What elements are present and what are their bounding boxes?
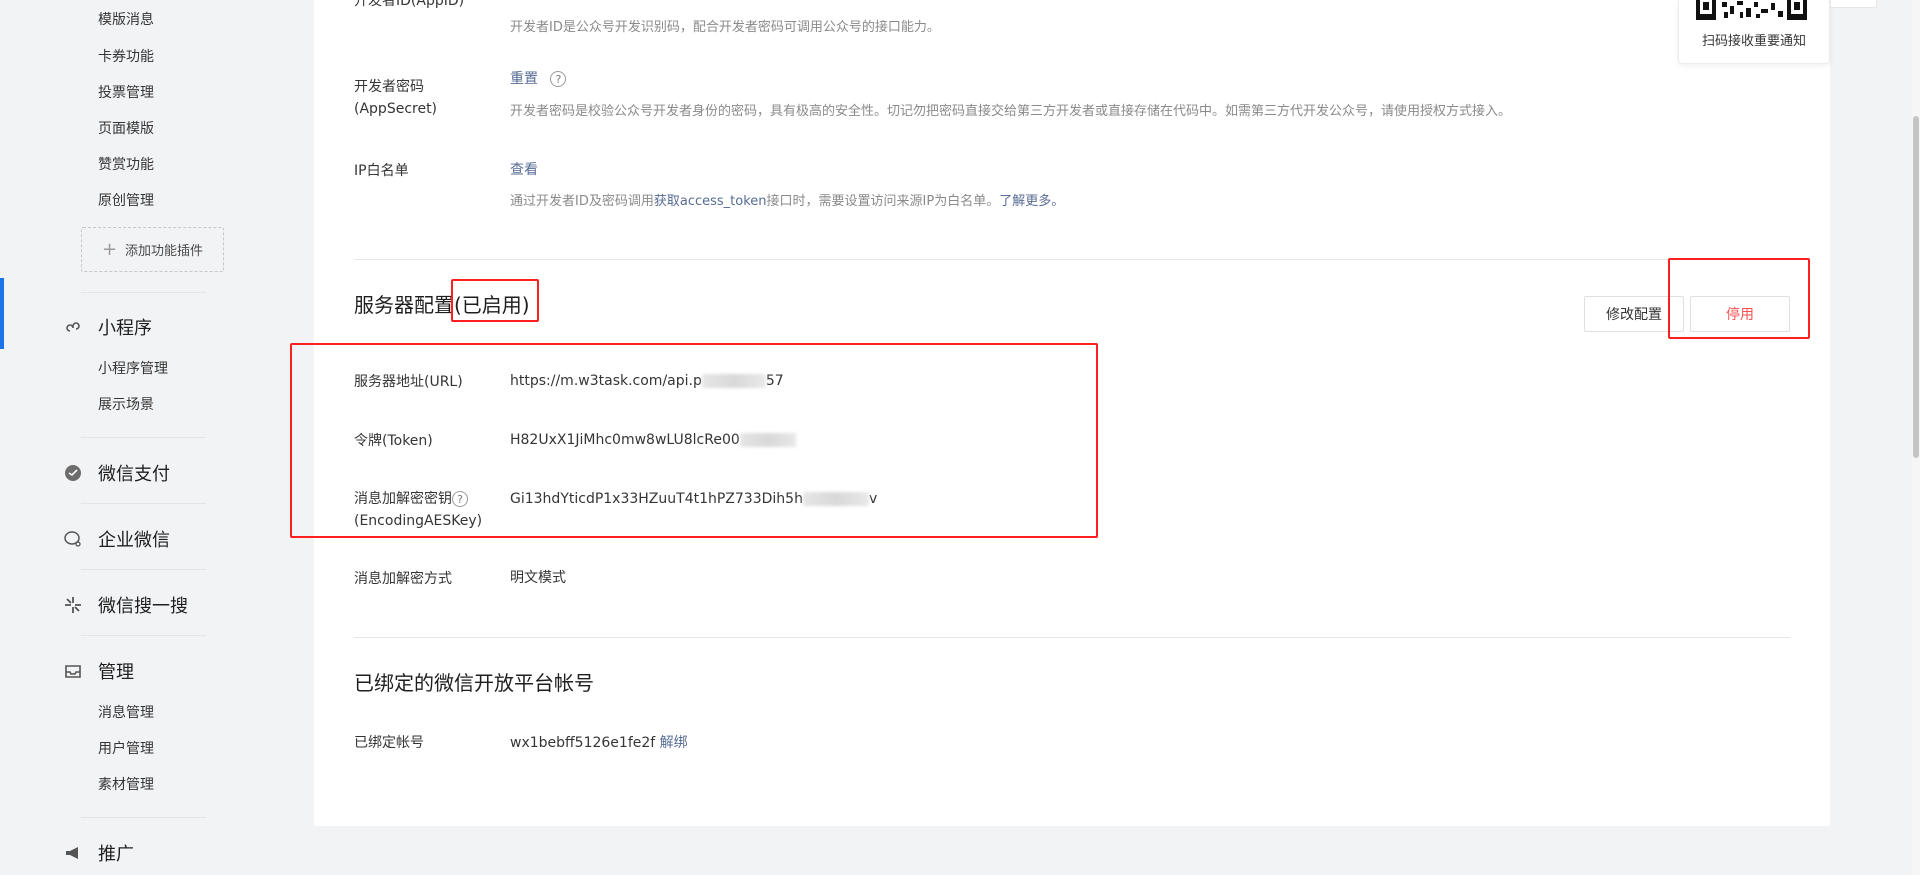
scrollbar-track[interactable]: [1912, 0, 1920, 875]
section-divider: [354, 259, 1790, 260]
section-divider: [354, 637, 1790, 638]
reset-link[interactable]: 重置: [510, 71, 538, 87]
sidebar-group-label: 管理: [98, 662, 134, 683]
server-url-value: https://m.w3task.com/api.p 57: [510, 371, 784, 391]
sidebar-group-work-wechat[interactable]: 企业微信: [62, 526, 170, 552]
sidebar-divider: [81, 569, 206, 570]
appsecret-label-en: (AppSecret): [354, 101, 438, 117]
megaphone-icon: [62, 842, 84, 864]
sidebar-group-label: 推广: [98, 844, 134, 865]
sidebar: 模版消息 卡券功能 投票管理 页面模版 赞赏功能 原创管理 + 添加功能插件 小…: [0, 0, 290, 875]
sidebar-item-vote[interactable]: 投票管理: [98, 83, 154, 103]
bound-account-label: 已绑定帐号: [354, 735, 424, 751]
work-wechat-icon: [62, 528, 84, 550]
redacted-block: [802, 492, 869, 506]
help-icon[interactable]: ?: [550, 71, 567, 87]
appsecret-description: 开发者密码是校验公众号开发者身份的密码，具有极高的安全性。切记勿把密码直接交给第…: [510, 104, 1512, 119]
aes-key-value: Gi13hdYticdP1x33HZuuT4t1hPZ733Dih5h v: [510, 489, 877, 509]
appsecret-label: 开发者密码: [354, 79, 424, 95]
add-plugin-button[interactable]: + 添加功能插件: [81, 227, 224, 272]
bound-platform-title: 已绑定的微信开放平台帐号: [354, 671, 594, 695]
sidebar-divider: [81, 292, 206, 293]
mini-program-icon: [62, 316, 84, 338]
sidebar-group-management[interactable]: 管理: [62, 658, 134, 684]
unbind-link[interactable]: 解绑: [660, 735, 688, 751]
qr-code-icon: [1696, 0, 1807, 20]
redacted-block: [739, 433, 796, 447]
sidebar-divider: [81, 437, 206, 438]
token-text: H82UxX1JiMhc0mw8wLU8lcRe00: [510, 432, 740, 448]
plus-icon: +: [101, 238, 118, 260]
aes-key-text: Gi13hdYticdP1x33HZuuT4t1hPZ733Dih5h: [510, 491, 803, 507]
token-label: 令牌(Token): [354, 433, 433, 449]
server-config-status: (已启用): [454, 293, 530, 317]
top-right-panel-edge: [1830, 0, 1877, 8]
disable-button[interactable]: 停用: [1690, 296, 1790, 332]
add-plugin-label: 添加功能插件: [125, 244, 204, 259]
ip-whitelist-view-link: 查看: [510, 160, 538, 180]
ip-desc-prefix: 通过开发者ID及密码调用: [510, 194, 654, 209]
sidebar-item-card-coupon[interactable]: 卡券功能: [98, 47, 154, 67]
aes-key-label-text: 消息加解密密钥: [354, 491, 452, 507]
learn-more-link[interactable]: 了解更多。: [999, 194, 1064, 209]
sidebar-item-display-scene[interactable]: 展示场景: [98, 395, 154, 415]
appid-label: 开发者ID(AppID): [354, 0, 465, 9]
qr-notification-widget[interactable]: 扫码接收重要通知: [1678, 0, 1830, 64]
aes-key-suffix: v: [868, 491, 878, 507]
sidebar-group-wechat-pay[interactable]: 微信支付: [62, 460, 170, 486]
sidebar-item-reward[interactable]: 赞赏功能: [98, 155, 154, 175]
sidebar-divider: [81, 635, 206, 636]
sidebar-group-promotion[interactable]: 推广: [62, 840, 134, 866]
help-icon[interactable]: ?: [452, 491, 468, 507]
sidebar-item-material-manage[interactable]: 素材管理: [98, 775, 154, 795]
sidebar-divider: [81, 503, 206, 504]
sidebar-item-template-message[interactable]: 模版消息: [98, 10, 154, 30]
sidebar-group-mini-program[interactable]: 小程序: [62, 314, 152, 340]
appsecret-reset: 重置 ?: [510, 69, 567, 89]
sidebar-group-wechat-search[interactable]: 微信搜一搜: [62, 592, 188, 618]
server-url-label: 服务器地址(URL): [354, 374, 463, 390]
sidebar-item-mini-program-manage[interactable]: 小程序管理: [98, 359, 168, 379]
qr-caption: 扫码接收重要通知: [1701, 34, 1806, 49]
access-token-link[interactable]: 获取access_token: [654, 194, 767, 209]
sidebar-group-label: 微信搜一搜: [98, 596, 188, 617]
modify-config-button[interactable]: 修改配置: [1584, 296, 1684, 332]
server-url-text: https://m.w3task.com/api.p: [510, 373, 702, 389]
aes-key-label-en: (EncodingAESKey): [354, 513, 483, 529]
sidebar-group-label: 企业微信: [98, 530, 170, 551]
wechat-pay-icon: [62, 462, 84, 484]
aes-key-label: 消息加解密密钥?: [354, 488, 468, 510]
active-indicator: [0, 278, 4, 349]
server-config-title-text: 服务器配置: [354, 293, 454, 317]
search-star-icon: [62, 594, 84, 616]
ip-whitelist-description: 通过开发者ID及密码调用获取access_token接口时，需要设置访问来源IP…: [510, 192, 1064, 212]
sidebar-group-label: 小程序: [98, 318, 152, 339]
view-link[interactable]: 查看: [510, 162, 538, 178]
bound-account-value: wx1bebff5126e1fe2f 解绑: [510, 733, 688, 753]
scrollbar-thumb[interactable]: [1913, 116, 1919, 458]
bound-account-id: wx1bebff5126e1fe2f: [510, 735, 656, 751]
sidebar-item-user-manage[interactable]: 用户管理: [98, 739, 154, 759]
ip-whitelist-label: IP白名单: [354, 163, 409, 179]
server-config-title: 服务器配置(已启用): [354, 291, 530, 319]
redacted-block: [701, 374, 766, 388]
sidebar-item-message-manage[interactable]: 消息管理: [98, 703, 154, 723]
main-card: [314, 0, 1830, 826]
ip-desc-middle: 接口时，需要设置访问来源IP为白名单。: [766, 194, 1000, 209]
encrypt-mode-value: 明文模式: [510, 570, 566, 586]
sidebar-item-page-template[interactable]: 页面模版: [98, 119, 154, 139]
token-value: H82UxX1JiMhc0mw8wLU8lcRe00: [510, 430, 796, 450]
server-url-suffix: 57: [765, 373, 784, 389]
sidebar-divider: [81, 817, 206, 818]
sidebar-item-original[interactable]: 原创管理: [98, 191, 154, 211]
encrypt-mode-label: 消息加解密方式: [354, 571, 452, 587]
appid-description: 开发者ID是公众号开发识别码，配合开发者密码可调用公众号的接口能力。: [510, 20, 940, 35]
sidebar-group-label: 微信支付: [98, 464, 170, 485]
inbox-icon: [62, 660, 84, 682]
